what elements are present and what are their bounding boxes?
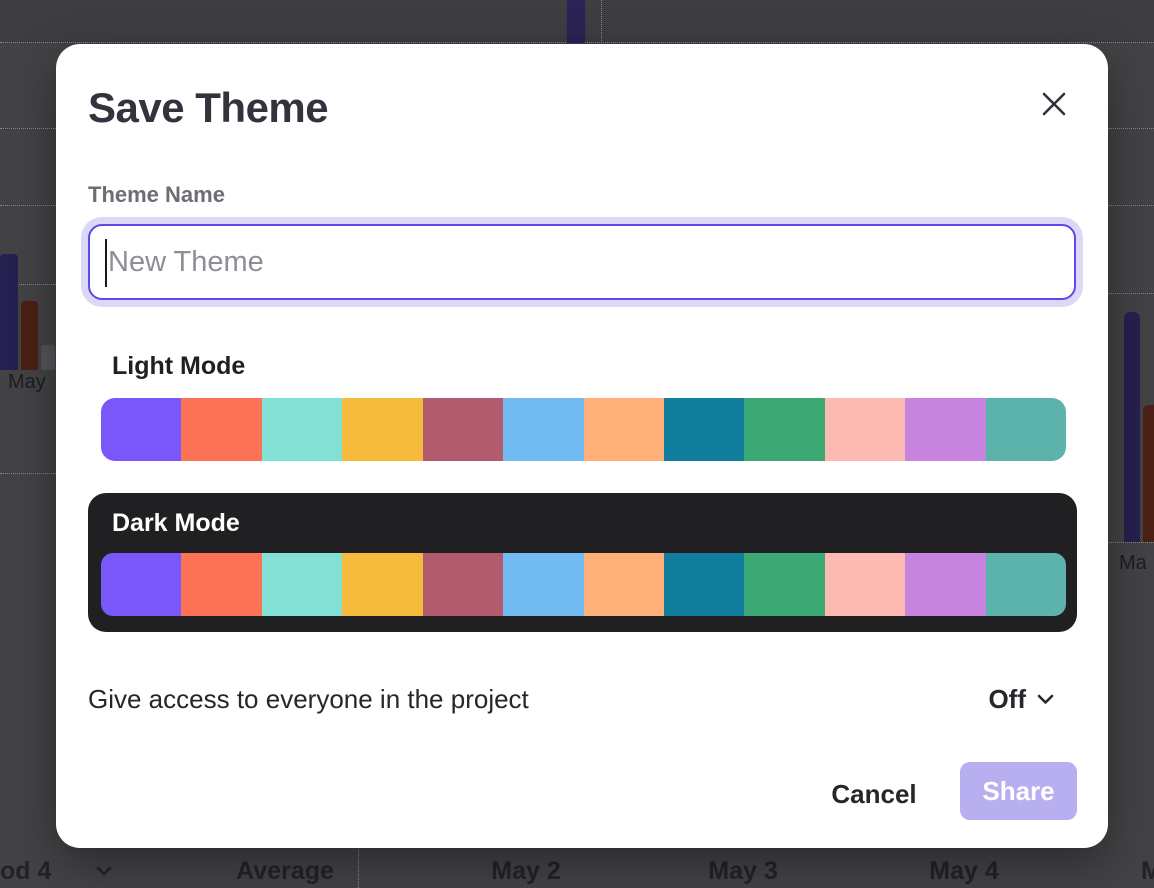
color-swatch [101,553,181,616]
color-swatch [342,398,422,461]
color-swatch [986,553,1066,616]
dialog-title: Save Theme [88,84,328,132]
color-swatch [825,553,905,616]
chart-divider-line [358,844,359,888]
color-swatch [503,553,583,616]
axis-label: M [1141,857,1154,886]
access-dropdown[interactable]: Off [988,684,1054,715]
gridline [0,205,56,206]
color-swatch [744,553,824,616]
color-swatch [423,553,503,616]
dark-mode-palette [101,553,1066,616]
background-bar [1143,405,1154,542]
background-axis-label: May [8,371,46,394]
dark-mode-heading: Dark Mode [112,509,240,538]
close-icon [1041,91,1067,117]
color-swatch [181,398,261,461]
color-swatch [664,553,744,616]
light-mode-palette [101,398,1066,461]
axis-label: Average [225,857,345,886]
text-cursor [105,239,107,287]
chevron-down-icon [1037,694,1054,705]
access-label: Give access to everyone in the project [88,684,529,715]
access-dropdown-value: Off [988,684,1026,715]
gridline [1108,293,1154,294]
theme-name-label: Theme Name [88,182,225,208]
color-swatch [101,398,181,461]
theme-name-input[interactable] [88,224,1076,300]
background-bar [567,0,585,43]
background-axis-label: Ma [1119,552,1147,575]
gridline [1105,542,1154,543]
share-button[interactable]: Share [960,762,1077,820]
axis-label: May 2 [466,857,586,886]
color-swatch [262,398,342,461]
color-swatch [584,398,664,461]
gridline [1108,205,1154,206]
color-swatch [503,398,583,461]
axis-label: May 3 [683,857,803,886]
color-swatch [825,398,905,461]
color-swatch [664,398,744,461]
close-button[interactable] [1032,82,1076,126]
period-dropdown-label: od 4 [0,857,70,886]
color-swatch [986,398,1066,461]
background-bar [41,345,55,370]
gridline [1108,128,1154,129]
dark-mode-panel: Dark Mode [88,493,1077,632]
chevron-down-icon [96,866,112,877]
color-swatch [905,398,985,461]
color-swatch [262,553,342,616]
save-theme-dialog: Save Theme Theme Name Light Mode Dark Mo… [56,44,1108,848]
color-swatch [181,553,261,616]
axis-label: May 4 [904,857,1024,886]
light-mode-heading: Light Mode [112,352,245,381]
cancel-button[interactable]: Cancel [818,774,930,814]
gridline [0,473,56,474]
color-swatch [342,553,422,616]
color-swatch [423,398,503,461]
theme-name-field-wrapper [88,224,1076,300]
chart-divider-line [601,0,602,43]
color-swatch [905,553,985,616]
color-swatch [744,398,824,461]
color-swatch [584,553,664,616]
background-bar [0,254,18,370]
gridline [0,128,56,129]
background-bar [1124,312,1140,542]
background-bar [21,301,38,370]
access-row: Give access to everyone in the project O… [88,678,1054,720]
